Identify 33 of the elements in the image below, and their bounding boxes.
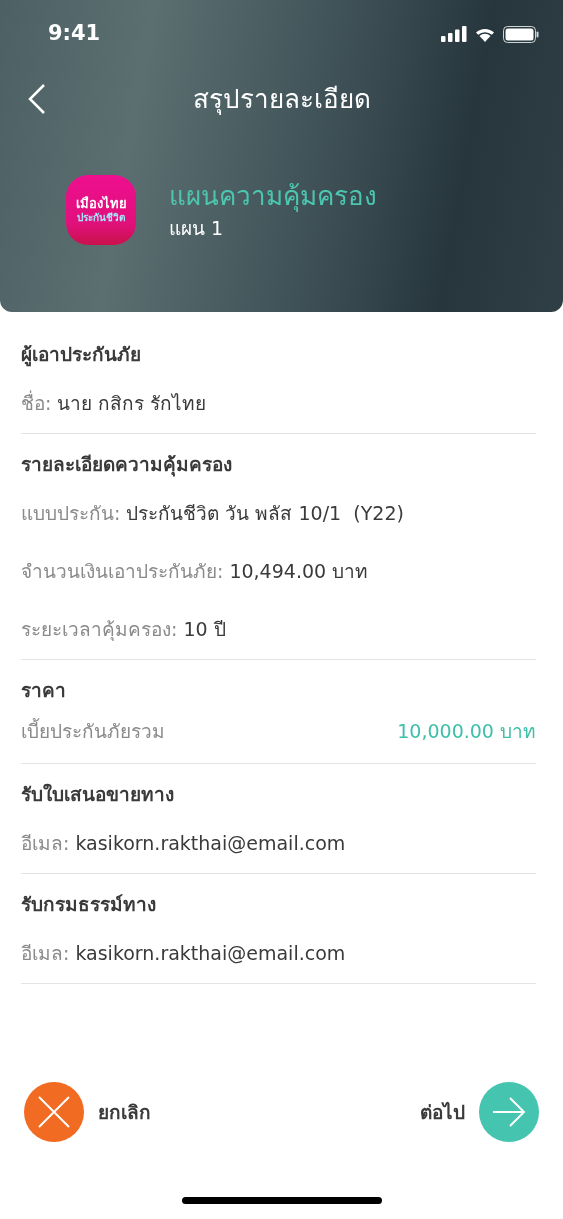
field-label: ระยะเวลาคุ้มครอง:	[21, 616, 178, 643]
logo-wordmark: เมืองไทย	[75, 197, 127, 210]
section-title: รับใบเสนอขายทาง	[21, 781, 174, 807]
battery-icon	[503, 25, 539, 43]
field-value: kasikorn.rakthai@email.com	[75, 940, 346, 966]
next-button[interactable]: ต่อไป	[420, 1082, 539, 1142]
field-value: 10,494.00 บาท	[229, 558, 369, 584]
page-title: สรุปรายละเอียด	[192, 82, 371, 117]
status-time: 9:41	[48, 20, 101, 48]
field-label: อีเมล:	[21, 940, 70, 966]
signal-icon	[441, 26, 467, 42]
arrow-right-icon	[479, 1082, 539, 1142]
field-label: ชื่อ:	[21, 389, 52, 416]
section-title: ราคา	[21, 677, 66, 703]
logo-tagline: ประกันชีวิต	[77, 213, 125, 223]
close-icon	[24, 1082, 84, 1142]
field-label: แบบประกัน:	[21, 500, 121, 526]
field-value: ประกันชีวิต วัน พลัส 10/1 (Y22)	[126, 500, 404, 526]
field-value: นาย กสิกร รักไทย	[57, 390, 207, 416]
field-label: จำนวนเงินเอาประกันภัย:	[21, 558, 224, 584]
section-title: รายละเอียดความคุ้มครอง	[21, 451, 232, 479]
wifi-icon	[474, 26, 496, 42]
field-label: อีเมล:	[21, 830, 70, 856]
field-value: kasikorn.rakthai@email.com	[75, 830, 346, 856]
section-title: ผู้เอาประกันภัย	[21, 341, 141, 369]
cancel-button[interactable]: ยกเลิก	[24, 1082, 151, 1142]
price-value: 10,000.00 บาท	[397, 718, 536, 744]
price-label: เบี้ยประกันภัยรวม	[21, 717, 165, 744]
back-icon[interactable]	[27, 83, 47, 115]
field-value: 10 ปี	[183, 616, 226, 642]
section-title: รับกรมธรรม์ทาง	[21, 891, 156, 917]
plan-label: แผน 1	[169, 216, 225, 241]
plan-name: แผนความคุ้มครอง	[169, 180, 377, 214]
